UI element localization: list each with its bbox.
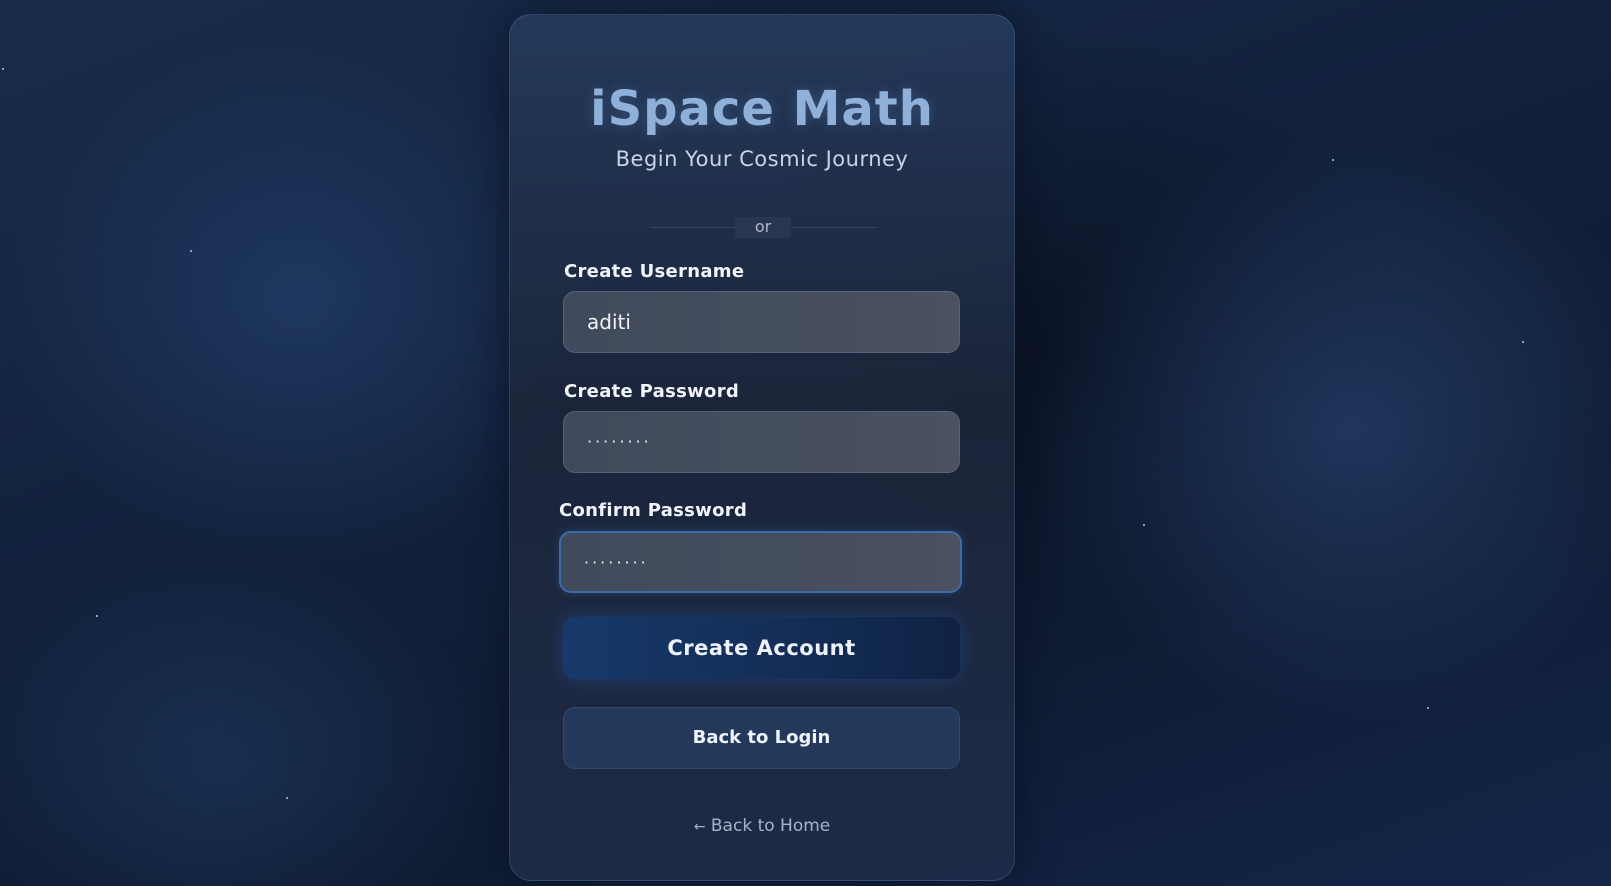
- password-label: Create Password: [564, 381, 740, 402]
- star: [1332, 159, 1334, 161]
- divider-line-left: [650, 227, 735, 228]
- back-to-home-label: Back to Home: [710, 816, 831, 836]
- star: [2, 68, 4, 70]
- star: [286, 797, 288, 799]
- signup-card: iSpace Math Begin Your Cosmic Journey or…: [509, 14, 1015, 881]
- username-label: Create Username: [564, 261, 745, 282]
- create-account-button[interactable]: Create Account: [563, 617, 960, 679]
- password-input[interactable]: ········: [563, 411, 960, 473]
- username-input[interactable]: aditi: [563, 291, 960, 353]
- confirm-password-label: Confirm Password: [559, 500, 748, 521]
- arrow-left-icon: ←: [693, 819, 706, 835]
- star: [1427, 707, 1429, 709]
- back-to-login-button[interactable]: Back to Login: [563, 707, 960, 769]
- back-to-home-link[interactable]: ← Back to Home: [510, 816, 1014, 836]
- divider-line-right: [791, 227, 876, 228]
- divider-or-label: or: [735, 217, 791, 238]
- star: [190, 250, 192, 252]
- star: [1522, 341, 1524, 343]
- star: [1143, 524, 1145, 526]
- app-title: iSpace Math: [590, 81, 934, 137]
- star: [96, 615, 98, 617]
- app-subtitle: Begin Your Cosmic Journey: [615, 147, 909, 171]
- confirm-password-input[interactable]: ········: [559, 531, 962, 593]
